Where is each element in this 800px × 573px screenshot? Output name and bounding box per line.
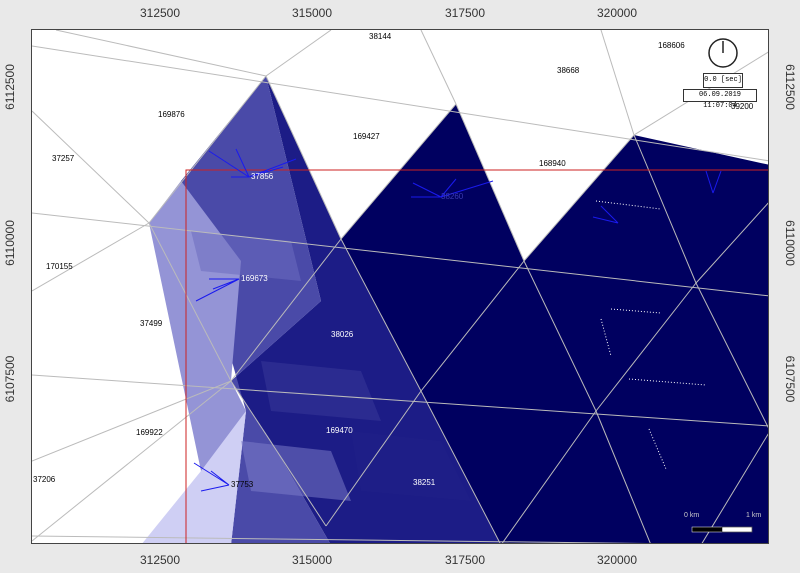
x-tick-top-4: 320000 [596, 6, 638, 20]
y-tick-left-2: 6110000 [3, 220, 17, 266]
y-tick-left-3: 6107500 [3, 355, 17, 403]
y-tick-right-2: 6110000 [783, 220, 797, 266]
label-169876: 169876 [158, 110, 185, 119]
label-170155: 170155 [46, 262, 73, 271]
x-tick-bottom-1: 312500 [139, 553, 181, 567]
label-37499: 37499 [140, 319, 163, 328]
map-frame: 312500 315000 317500 320000 312500 31500… [0, 0, 800, 573]
x-tick-top-3: 317500 [444, 6, 486, 20]
label-38251: 38251 [413, 478, 436, 487]
datetime-readout: 06.09.2019 11:07:04 [683, 89, 757, 110]
time-readout: 0.0 [sec] [703, 73, 743, 88]
label-37753: 37753 [231, 480, 254, 489]
mesh-svg: 38144 168606 38668 39200 169876 169427 3… [32, 30, 768, 543]
y-tick-left-1: 6112500 [3, 64, 17, 110]
label-38260: 38260 [441, 192, 464, 201]
label-169922: 169922 [136, 428, 163, 437]
label-168940: 168940 [539, 159, 566, 168]
label-169470: 169470 [326, 426, 353, 435]
scalebar-start-label: 0 km [684, 512, 699, 519]
label-38026: 38026 [331, 330, 354, 339]
label-169673: 169673 [241, 274, 268, 283]
scalebar-end-label: 1 km [746, 512, 761, 519]
label-38144: 38144 [369, 32, 392, 41]
label-37257: 37257 [52, 154, 75, 163]
label-37206: 37206 [33, 475, 56, 484]
y-tick-right-3: 6107500 [783, 355, 797, 403]
label-168606: 168606 [658, 41, 685, 50]
x-tick-bottom-2: 315000 [291, 553, 333, 567]
y-tick-right-1: 6112500 [783, 64, 797, 110]
label-38668: 38668 [557, 66, 580, 75]
x-tick-top-1: 312500 [139, 6, 181, 20]
label-37856: 37856 [251, 172, 274, 181]
x-tick-top-2: 315000 [291, 6, 333, 20]
scalebar-half [721, 526, 753, 533]
map-canvas[interactable]: 38144 168606 38668 39200 169876 169427 3… [31, 29, 769, 544]
x-tick-bottom-4: 320000 [596, 553, 638, 567]
label-169427: 169427 [353, 132, 380, 141]
x-tick-bottom-3: 317500 [444, 553, 486, 567]
